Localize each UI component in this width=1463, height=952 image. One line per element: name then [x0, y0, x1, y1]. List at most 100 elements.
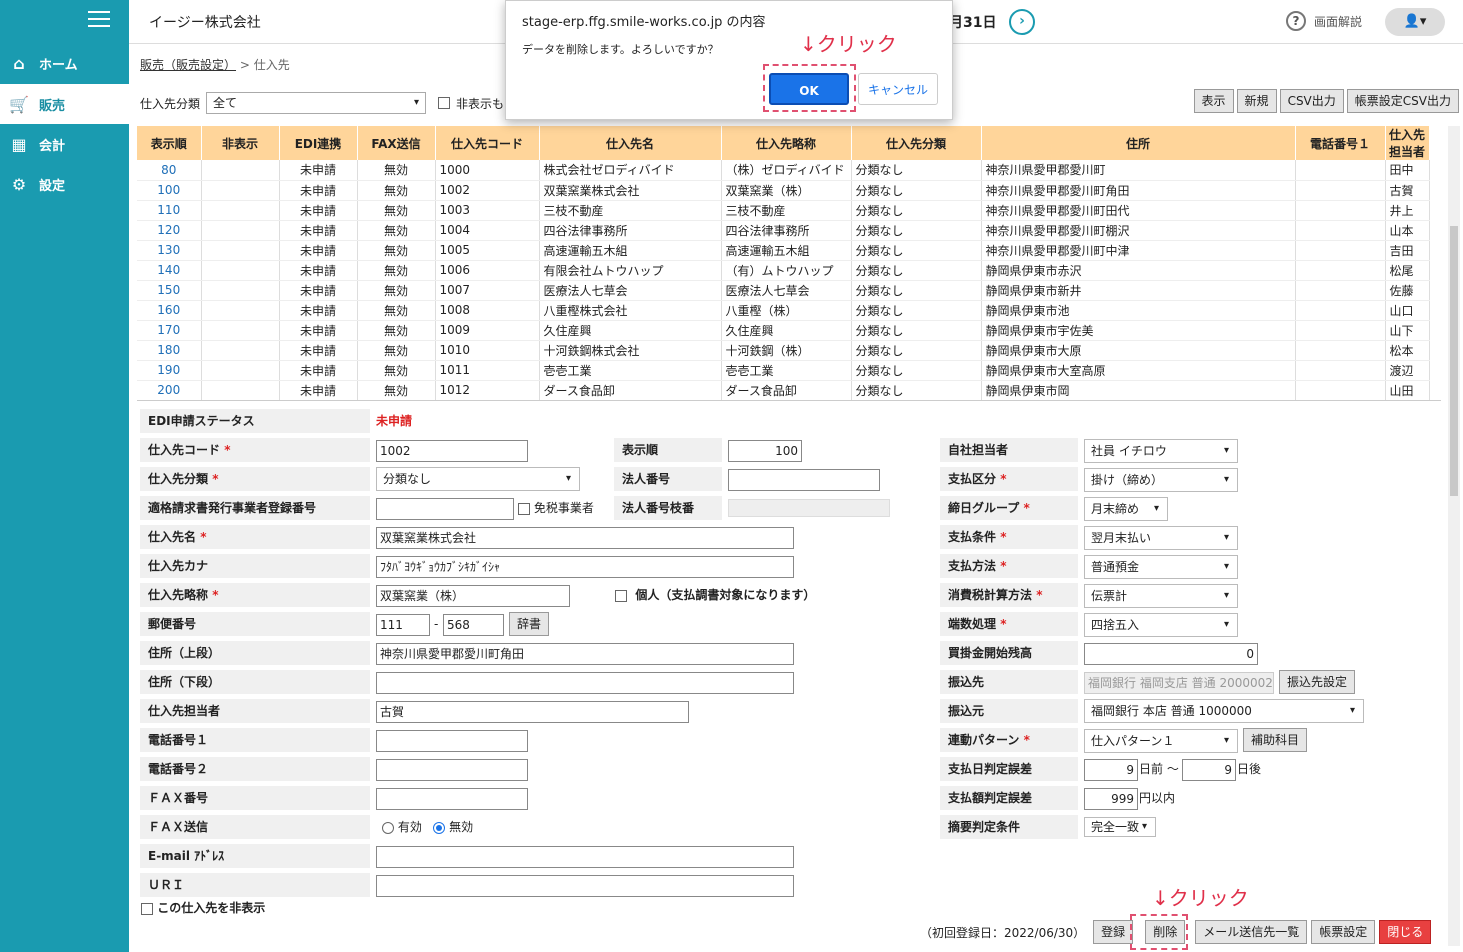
column-header[interactable]: 仕入先担当者 [1385, 126, 1430, 160]
table-cell[interactable]: 130 [137, 240, 202, 261]
table-row[interactable]: 150 未申請 無効 1007 医療法人七草会 医療法人七草会 分類なし 静岡県伊東市新井 佐藤 [137, 280, 1430, 301]
zip-code-2-input[interactable]: 568 [443, 614, 504, 636]
column-header[interactable]: 表示順 [137, 126, 202, 160]
fax-enabled-radio[interactable] [382, 821, 394, 834]
tel2-input[interactable] [376, 759, 528, 781]
amount-tolerance-input[interactable]: 999 [1084, 788, 1138, 810]
invoice-number-input[interactable] [376, 498, 514, 520]
menu-icon[interactable] [88, 11, 110, 27]
scrollbar[interactable] [1448, 126, 1460, 946]
supplier-name-input[interactable]: 双葉窯業株式会社 [376, 527, 794, 549]
scrollbar-thumb[interactable] [1450, 226, 1458, 496]
payment-terms-select[interactable]: 翌月末払い [1084, 526, 1238, 550]
category-filter-select[interactable]: 全て [206, 92, 427, 114]
register-button[interactable]: 登録 [1093, 920, 1134, 944]
table-row[interactable]: 140 未申請 無効 1006 有限会社ムトウハップ （有）ムトウハップ 分類なし 静岡県伊東… [137, 260, 1430, 281]
closing-group-select[interactable]: 月末締め [1084, 497, 1168, 521]
uri-input[interactable] [376, 875, 794, 897]
fax-disabled-radio[interactable] [433, 821, 446, 834]
taxfree-option[interactable]: 免税事業者 [518, 497, 594, 519]
link-pattern-select[interactable]: 仕入パターン１ [1084, 729, 1238, 753]
table-row[interactable]: 170 未申請 無効 1009 久住産興 久住産興 分類なし 静岡県伊東市宇佐美 山下 [137, 320, 1430, 341]
table-row[interactable]: 120 未申請 無効 1004 四谷法律事務所 四谷法律事務所 分類なし 神奈川県愛甲郡愛川町… [137, 220, 1430, 241]
supplier-kana-input[interactable]: ﾌﾀﾊﾞﾖｳｷﾞｮｳｶﾌﾞｼｷｶﾞｲｼｬ [376, 556, 794, 578]
user-menu-button[interactable]: 👤▾ [1385, 8, 1445, 36]
supplier-short-input[interactable]: 双葉窯業（株） [376, 585, 570, 607]
tel1-input[interactable] [376, 730, 528, 752]
table-cell[interactable]: 190 [137, 360, 202, 381]
close-button[interactable]: 閉じる [1379, 920, 1432, 944]
table-row[interactable]: 180 未申請 無効 1010 十河鉄鋼株式会社 十河鉄鋼（株） 分類なし 静岡県伊東市大原 松… [137, 340, 1430, 361]
payment-method-select[interactable]: 普通預金 [1084, 555, 1238, 579]
column-header[interactable]: 電話番号１ [1295, 126, 1386, 160]
breadcrumb-parent[interactable]: 販売（販売設定） [140, 58, 236, 72]
staff-select[interactable]: 社員 イチロウ [1084, 439, 1238, 463]
csv-export-button[interactable]: CSV出力 [1279, 89, 1344, 113]
table-cell[interactable]: 140 [137, 260, 202, 281]
sidebar-item-home[interactable]: ⌂ ホーム [0, 43, 129, 83]
sub-account-button[interactable]: 補助科目 [1243, 728, 1308, 752]
payment-type-select[interactable]: 掛け（締め） [1084, 468, 1238, 492]
cancel-button[interactable]: キャンセル [858, 73, 938, 105]
taxfree-checkbox[interactable] [518, 502, 530, 515]
transfer-from-select[interactable]: 福岡銀行 本店 普通 1000000 [1084, 699, 1364, 723]
column-header[interactable]: EDI連携 [279, 126, 358, 160]
tax-calc-select[interactable]: 伝票計 [1084, 584, 1238, 608]
table-cell[interactable]: 120 [137, 220, 202, 241]
mail-list-button[interactable]: メール送信先一覧 [1195, 920, 1308, 944]
fax-number-input[interactable] [376, 788, 528, 810]
table-cell[interactable]: 110 [137, 200, 202, 221]
table-row[interactable]: 190 未申請 無効 1011 壱壱工業 壱壱工業 分類なし 静岡県伊東市大室高原 渡辺 [137, 360, 1430, 381]
column-header[interactable]: 非表示 [201, 126, 280, 160]
dictionary-button[interactable]: 辞書 [509, 612, 550, 636]
next-date-icon[interactable]: › [1009, 9, 1035, 35]
column-header[interactable]: 仕入先コード [435, 126, 540, 160]
table-cell[interactable]: 160 [137, 300, 202, 321]
days-before-input[interactable]: 9 [1084, 759, 1138, 781]
table-cell[interactable]: 200 [137, 380, 202, 400]
summary-condition-select[interactable]: 完全一致 [1084, 817, 1156, 837]
column-header[interactable]: 仕入先略称 [721, 126, 852, 160]
show-button[interactable]: 表示 [1193, 89, 1234, 113]
column-header[interactable]: 住所 [981, 126, 1296, 160]
table-row[interactable]: 130 未申請 無効 1005 高速運輸五木組 高速運輸五木組 分類なし 神奈川県愛甲郡愛川町… [137, 240, 1430, 261]
transfer-settings-button[interactable]: 振込先設定 [1279, 670, 1356, 694]
supplier-category-select[interactable]: 分類なし [376, 467, 580, 491]
form-settings-button[interactable]: 帳票設定 [1311, 920, 1376, 944]
hide-supplier-checkbox[interactable] [141, 902, 153, 915]
table-row[interactable]: 160 未申請 無効 1008 八重樫株式会社 八重樫（株） 分類なし 静岡県伊東市池 山口 [137, 300, 1430, 321]
table-row[interactable]: 100 未申請 無効 1002 双葉窯業株式会社 双葉窯業（株） 分類なし 神奈川県愛甲郡愛川… [137, 180, 1430, 201]
rounding-select[interactable]: 四捨五入 [1084, 613, 1238, 637]
address1-input[interactable]: 神奈川県愛甲郡愛川町角田 [376, 643, 794, 665]
table-cell[interactable]: 180 [137, 340, 202, 361]
help-link[interactable]: ? 画面解説 [1286, 11, 1362, 31]
sidebar-item-sales[interactable]: 🛒 販売 [0, 84, 129, 124]
individual-checkbox[interactable] [615, 589, 627, 602]
show-hidden-checkbox[interactable] [438, 97, 451, 109]
table-row[interactable]: 200 未申請 無効 1012 ダース食品卸 ダース食品卸 分類なし 静岡県伊東市岡 山田 [137, 380, 1430, 400]
corp-number-input[interactable] [728, 469, 880, 491]
sidebar-item-accounting[interactable]: ▦ 会計 [0, 124, 129, 164]
table-cell[interactable]: 100 [137, 180, 202, 201]
days-after-input[interactable]: 9 [1182, 759, 1236, 781]
email-input[interactable] [376, 846, 794, 868]
table-row[interactable]: 80 未申請 無効 1000 株式会社ゼロディバイド （株）ゼロディバイド 分類なし 神奈川県… [137, 160, 1430, 181]
column-header[interactable]: FAX送信 [357, 126, 436, 160]
sidebar-item-settings[interactable]: ⚙ 設定 [0, 164, 129, 204]
table-cell[interactable]: 170 [137, 320, 202, 341]
display-order-input[interactable]: 100 [728, 440, 802, 462]
opening-balance-input[interactable]: 0 [1084, 643, 1258, 665]
column-header[interactable]: 仕入先名 [539, 126, 722, 160]
new-button[interactable]: 新規 [1236, 89, 1277, 113]
individual-option[interactable]: 個人（支払調書対象になります） [615, 584, 815, 606]
address2-input[interactable] [376, 672, 794, 694]
table-cell[interactable]: 80 [137, 160, 202, 181]
hide-supplier-option[interactable]: この仕入先を非表示 [141, 897, 265, 919]
supplier-code-input[interactable]: 1002 [376, 440, 528, 462]
table-row[interactable]: 110 未申請 無効 1003 三枝不動産 三枝不動産 分類なし 神奈川県愛甲郡愛川町田代 井上 [137, 200, 1430, 221]
zip-code-1-input[interactable]: 111 [376, 614, 430, 636]
contact-person-input[interactable]: 古賀 [376, 701, 689, 723]
table-cell[interactable]: 150 [137, 280, 202, 301]
column-header[interactable]: 仕入先分類 [851, 126, 982, 160]
form-csv-export-button[interactable]: 帳票設定CSV出力 [1346, 89, 1459, 113]
